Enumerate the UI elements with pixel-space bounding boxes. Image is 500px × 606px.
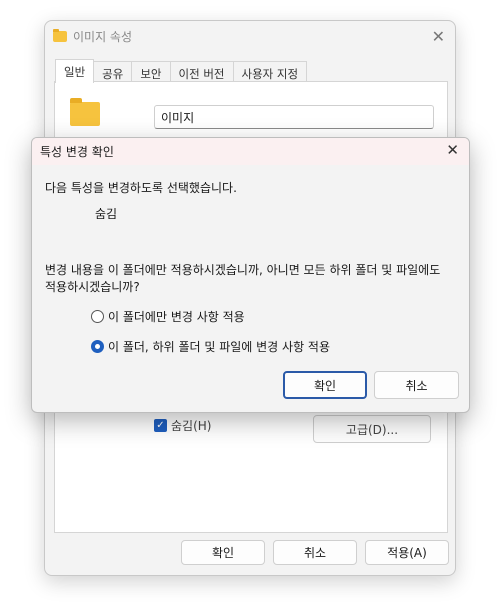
dialog-ok-button[interactable]: 확인 bbox=[283, 371, 367, 399]
dialog-cancel-button[interactable]: 취소 bbox=[374, 371, 459, 399]
dialog-question-line1: 변경 내용을 이 폴더에만 적용하시겠습니까, 아니면 모든 하위 폴더 및 파… bbox=[45, 263, 441, 277]
folder-icon bbox=[70, 98, 100, 126]
hidden-checkbox-label: 숨김(H) bbox=[171, 419, 212, 433]
radio-this-folder-only[interactable]: 이 폴더에만 변경 사항 적용 bbox=[91, 308, 245, 325]
tab-general[interactable]: 일반 bbox=[55, 59, 95, 83]
radio-all-label: 이 폴더, 하위 폴더 및 파일에 변경 사항 적용 bbox=[108, 340, 331, 354]
folder-name-field[interactable] bbox=[154, 105, 434, 129]
tab-customize[interactable]: 사용자 지정 bbox=[232, 61, 308, 83]
checkbox-checked-icon[interactable]: ✓ bbox=[154, 419, 167, 432]
props-footer: 확인 취소 적용(A) bbox=[45, 531, 455, 575]
radio-icon[interactable] bbox=[91, 340, 104, 353]
changed-attribute: 숨김 bbox=[95, 207, 118, 221]
dialog-title: 특성 변경 확인 bbox=[40, 145, 114, 159]
radio-folder-subfolders-files[interactable]: 이 폴더, 하위 폴더 및 파일에 변경 사항 적용 bbox=[91, 338, 330, 355]
tab-sharing[interactable]: 공유 bbox=[93, 61, 133, 83]
ok-button[interactable]: 확인 bbox=[181, 540, 265, 565]
tab-previous-versions[interactable]: 이전 버전 bbox=[169, 61, 234, 83]
props-window-title: 이미지 속성 bbox=[73, 29, 133, 44]
close-icon[interactable]: ✕ bbox=[432, 27, 445, 46]
dialog-question-line2: 적용하시겠습니까? bbox=[45, 280, 140, 294]
close-icon[interactable]: ✕ bbox=[446, 141, 459, 159]
apply-button[interactable]: 적용(A) bbox=[365, 540, 449, 565]
radio-icon[interactable] bbox=[91, 310, 104, 323]
dialog-titlebar: 특성 변경 확인 ✕ bbox=[32, 138, 469, 165]
advanced-button[interactable]: 고급(D)... bbox=[313, 415, 431, 443]
tab-security[interactable]: 보안 bbox=[131, 61, 171, 83]
folder-icon bbox=[53, 28, 67, 42]
tab-strip: 일반 공유 보안 이전 버전 사용자 지정 bbox=[55, 59, 308, 83]
cancel-button[interactable]: 취소 bbox=[273, 540, 357, 565]
confirm-attribute-change-dialog: 특성 변경 확인 ✕ 다음 특성을 변경하도록 선택했습니다. 숨김 변경 내용… bbox=[31, 137, 470, 413]
dialog-intro-text: 다음 특성을 변경하도록 선택했습니다. bbox=[45, 181, 237, 195]
props-titlebar: 이미지 속성 bbox=[45, 21, 455, 51]
hidden-checkbox[interactable]: ✓ 숨김(H) bbox=[154, 417, 211, 434]
radio-this-folder-label: 이 폴더에만 변경 사항 적용 bbox=[108, 310, 245, 324]
